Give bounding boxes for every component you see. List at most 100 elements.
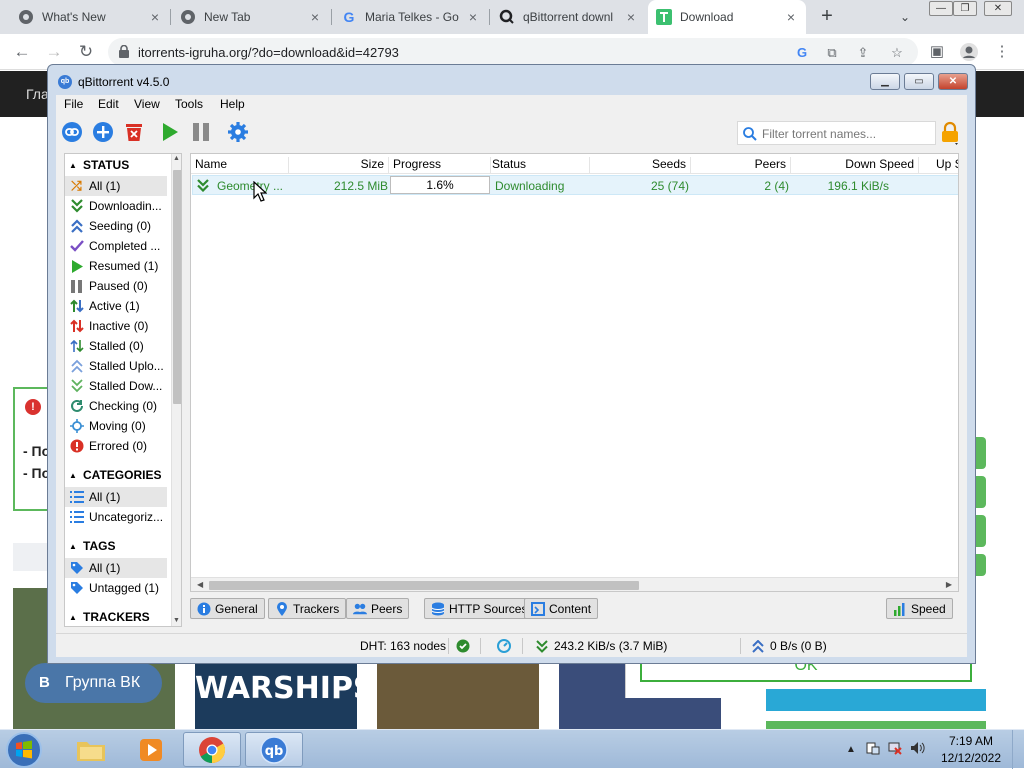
status-item-seeding[interactable]: Seeding (0)	[65, 216, 167, 236]
alt-speed-icon[interactable]	[497, 639, 511, 653]
filter-torrents-input[interactable]: Filter torrent names...	[737, 121, 936, 145]
status-item-all[interactable]: ⤮ All (1)	[65, 176, 167, 196]
tab-speed[interactable]: Speed	[886, 598, 953, 619]
scrollbar-thumb[interactable]	[173, 170, 181, 404]
delete-button[interactable]	[122, 120, 146, 144]
action-center-icon[interactable]	[866, 741, 880, 758]
column-size[interactable]: Size	[289, 157, 389, 173]
status-header[interactable]: ▲ STATUS	[65, 158, 129, 176]
google-icon[interactable]: G	[793, 44, 811, 62]
menu-tools[interactable]: Tools	[175, 97, 203, 111]
maximize-button[interactable]: ▭	[904, 73, 934, 90]
column-name[interactable]: Name	[195, 157, 289, 173]
clock[interactable]: 7:19 AM 12/12/2022	[935, 733, 1007, 767]
scroll-left-icon[interactable]: ◀	[197, 580, 203, 589]
taskbar-chrome[interactable]	[183, 732, 241, 767]
tab-trackers[interactable]: Trackers	[268, 598, 347, 619]
back-button[interactable]: ←	[10, 40, 34, 64]
category-item-uncategorized[interactable]: Uncategoriz...	[65, 507, 167, 527]
translate-icon[interactable]: ⧉	[823, 44, 841, 62]
resume-button[interactable]	[158, 120, 182, 144]
tags-header[interactable]: ▲ TAGS	[65, 539, 115, 557]
status-item-stalled[interactable]: Stalled (0)	[65, 336, 167, 356]
taskbar-qbittorrent[interactable]: qb	[245, 732, 303, 767]
column-up-speed[interactable]: Up S	[936, 157, 958, 173]
share-icon[interactable]: ⇪	[854, 44, 872, 62]
add-link-button[interactable]	[60, 120, 84, 144]
vk-group-button[interactable]: В Группа ВК	[25, 663, 162, 703]
nav-link[interactable]: Гла	[26, 86, 49, 102]
show-hidden-icons-icon[interactable]: ▲	[846, 744, 856, 755]
close-icon[interactable]: ×	[466, 9, 480, 25]
scrollbar-thumb[interactable]	[209, 581, 639, 590]
column-peers[interactable]: Peers	[691, 157, 791, 173]
side-button[interactable]	[976, 476, 986, 508]
status-item-paused[interactable]: Paused (0)	[65, 276, 167, 296]
lock-icon[interactable]	[940, 121, 960, 145]
column-seeds[interactable]: Seeds	[591, 157, 691, 173]
add-torrent-button[interactable]	[91, 120, 115, 144]
tab-maria-telkes[interactable]: G Maria Telkes - Go ×	[333, 0, 488, 34]
game-thumbnail-warships[interactable]: WARSHIPS	[195, 659, 375, 729]
reload-button[interactable]: ↻	[74, 40, 98, 64]
close-window-button[interactable]: ✕	[984, 1, 1012, 16]
volume-icon[interactable]	[910, 741, 926, 758]
menu-dots-icon[interactable]: ⋮	[990, 40, 1014, 64]
side-button[interactable]	[976, 437, 986, 469]
menu-view[interactable]: View	[134, 97, 160, 111]
sidebar-scrollbar[interactable]: ▲ ▼	[171, 154, 181, 626]
side-button[interactable]	[976, 515, 986, 547]
column-down-speed[interactable]: Down Speed	[791, 157, 919, 173]
forward-button[interactable]: →	[42, 40, 66, 64]
show-desktop-button[interactable]	[1012, 730, 1024, 769]
new-tab-button[interactable]: +	[815, 5, 839, 29]
tab-new-tab[interactable]: New Tab ×	[172, 0, 330, 34]
pause-button[interactable]	[189, 120, 213, 144]
close-icon[interactable]: ×	[148, 9, 162, 25]
start-button[interactable]	[4, 731, 48, 769]
connection-status-icon[interactable]	[456, 639, 470, 653]
tag-item-all[interactable]: All (1)	[65, 558, 167, 578]
blue-banner[interactable]	[766, 689, 986, 711]
minimize-button[interactable]: —	[929, 1, 953, 16]
category-item-all[interactable]: All (1)	[65, 487, 167, 507]
table-row[interactable]: Geometry ... 212.5 MiB 1.6% Downloading …	[192, 175, 958, 195]
restore-button[interactable]: ❐	[953, 1, 977, 16]
status-item-downloading[interactable]: Downloadin...	[65, 196, 167, 216]
status-item-active[interactable]: Active (1)	[65, 296, 167, 316]
scroll-down-icon[interactable]: ▼	[173, 617, 180, 624]
scroll-up-icon[interactable]: ▲	[173, 155, 180, 162]
tab-search-button[interactable]: ⌄	[895, 5, 915, 29]
table-horizontal-scrollbar[interactable]: ◀ ▶	[191, 577, 958, 591]
side-button[interactable]	[976, 554, 986, 576]
status-item-resumed[interactable]: Resumed (1)	[65, 256, 167, 276]
tab-qbittorrent-download[interactable]: qBittorrent downl ×	[491, 0, 646, 34]
column-status[interactable]: Status	[492, 157, 590, 173]
menu-help[interactable]: Help	[220, 97, 245, 111]
taskbar-explorer[interactable]	[62, 732, 120, 767]
tab-whats-new[interactable]: What's New ×	[10, 0, 170, 34]
menu-edit[interactable]: Edit	[98, 97, 119, 111]
close-icon[interactable]: ×	[624, 9, 638, 25]
menu-file[interactable]: File	[64, 97, 83, 111]
profile-avatar[interactable]	[957, 40, 981, 64]
title-bar[interactable]: qb qBittorrent v4.5.0 ▁ ▭ ✕	[48, 65, 975, 95]
status-item-stalled-downloading[interactable]: Stalled Dow...	[65, 376, 167, 396]
tab-http-sources[interactable]: HTTP Sources	[424, 598, 535, 619]
taskbar-media-player[interactable]	[122, 732, 180, 767]
side-panel-icon[interactable]: ▣	[925, 40, 949, 64]
status-item-errored[interactable]: Errored (0)	[65, 436, 167, 456]
minimize-button[interactable]: ▁	[870, 73, 900, 90]
tag-item-untagged[interactable]: Untagged (1)	[65, 578, 167, 598]
scroll-right-icon[interactable]: ▶	[946, 580, 952, 589]
categories-header[interactable]: ▲ CATEGORIES	[65, 468, 161, 486]
bookmark-star-icon[interactable]: ☆	[888, 44, 906, 62]
green-banner[interactable]	[766, 721, 986, 729]
options-button[interactable]	[226, 120, 250, 144]
upload-speed[interactable]: 0 B/s (0 B)	[752, 639, 827, 653]
status-item-moving[interactable]: Moving (0)	[65, 416, 167, 436]
close-icon[interactable]: ×	[308, 9, 322, 25]
status-item-checking[interactable]: Checking (0)	[65, 396, 167, 416]
tab-peers[interactable]: Peers	[346, 598, 410, 619]
tab-download[interactable]: Download ×	[648, 0, 806, 34]
